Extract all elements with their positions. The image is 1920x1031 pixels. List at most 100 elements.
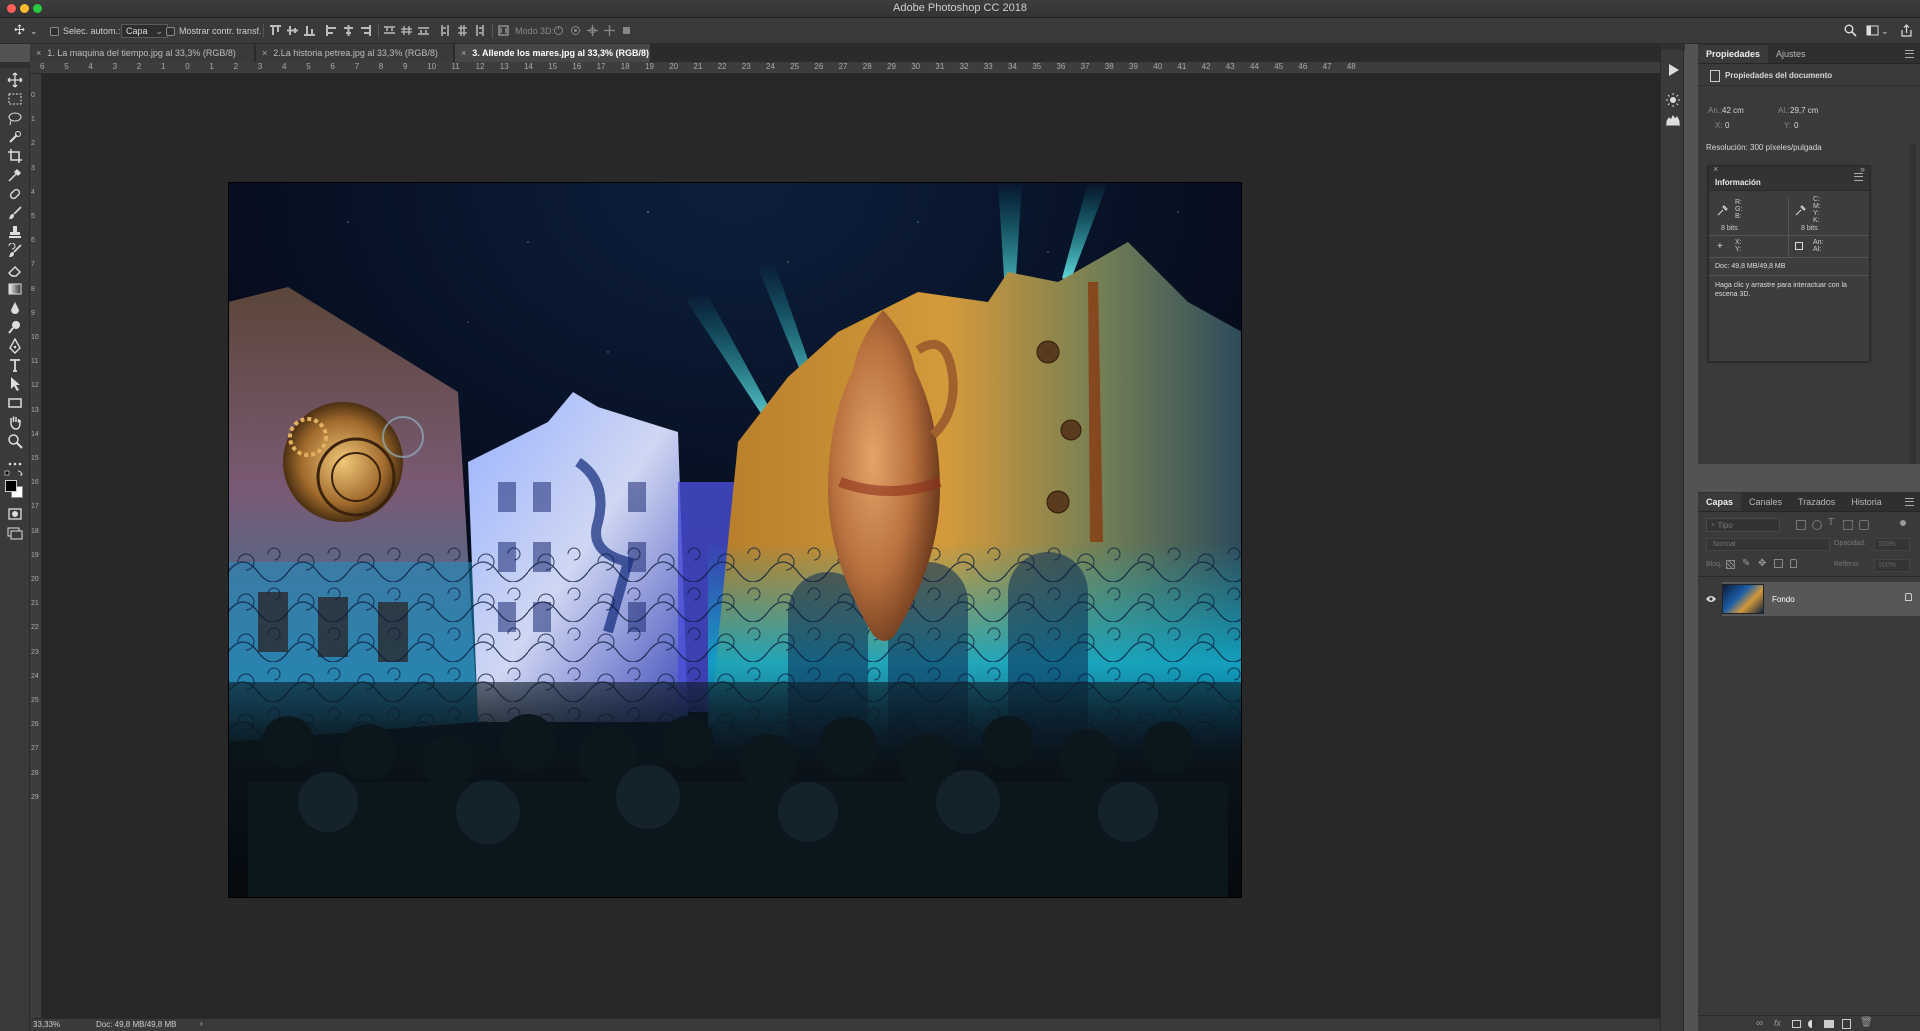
opacity-field[interactable]: 100% bbox=[1874, 538, 1910, 551]
layer-name[interactable]: Fondo bbox=[1772, 595, 1795, 604]
vertical-ruler[interactable]: 0 1 2 3 4 5 6 7 8 9 10 11 12 13 14 15 16 17 18 19 20 21 22 23 24… bbox=[30, 74, 42, 1018]
more-tools-icon[interactable] bbox=[7, 456, 23, 466]
filter-toggle-icon[interactable] bbox=[1900, 520, 1906, 526]
dock-grip[interactable] bbox=[1661, 44, 1685, 50]
filter-type-icon[interactable]: T bbox=[1828, 517, 1834, 528]
lock-icon[interactable] bbox=[1905, 593, 1912, 601]
move-tool-icon[interactable] bbox=[7, 72, 23, 88]
new-layer-icon[interactable] bbox=[1842, 1019, 1851, 1029]
tab-historia[interactable]: Historia bbox=[1843, 493, 1890, 511]
align-top-icon[interactable] bbox=[270, 25, 281, 36]
chevron-down-icon[interactable]: ⌄ bbox=[1881, 23, 1889, 39]
move-tool-preset-icon[interactable] bbox=[14, 24, 28, 38]
toolbar-grip[interactable] bbox=[0, 62, 30, 68]
lock-artboard-icon[interactable] bbox=[1774, 559, 1783, 568]
close-tab-icon[interactable]: × bbox=[36, 48, 41, 58]
y-value[interactable]: 0 bbox=[1794, 121, 1798, 130]
panel-menu-icon[interactable] bbox=[1905, 50, 1914, 58]
marquee-tool-icon[interactable] bbox=[7, 91, 23, 107]
tab-canales[interactable]: Canales bbox=[1741, 493, 1790, 511]
info-panel-grip[interactable]: × » bbox=[1709, 164, 1869, 175]
blur-tool-icon[interactable] bbox=[7, 300, 23, 316]
close-panel-icon[interactable]: × bbox=[1713, 164, 1718, 174]
tab-capas[interactable]: Capas bbox=[1698, 493, 1742, 511]
filter-shape-icon[interactable] bbox=[1843, 520, 1853, 530]
add-mask-icon[interactable] bbox=[1792, 1020, 1801, 1028]
path-selection-tool-icon[interactable] bbox=[7, 376, 23, 392]
screen-mode-icon[interactable] bbox=[7, 525, 23, 541]
chevron-down-icon[interactable]: ⌄ bbox=[30, 23, 38, 39]
share-icon[interactable] bbox=[1900, 24, 1913, 37]
align-horizontal-center-icon[interactable] bbox=[343, 25, 354, 36]
pasteboard[interactable] bbox=[42, 74, 1660, 1018]
distribute-center-icon[interactable] bbox=[401, 25, 412, 36]
levels-icon[interactable] bbox=[1665, 112, 1681, 128]
auto-select-checkbox[interactable]: Selec. autom.: bbox=[50, 23, 121, 39]
tab-informacion[interactable]: Información bbox=[1709, 178, 1767, 187]
distribute-horizontal-icon[interactable] bbox=[457, 25, 468, 36]
crop-tool-icon[interactable] bbox=[7, 148, 23, 164]
rectangle-tool-icon[interactable] bbox=[7, 395, 23, 411]
history-brush-tool-icon[interactable] bbox=[7, 242, 23, 259]
tab-ajustes[interactable]: Ajustes bbox=[1768, 45, 1814, 63]
lock-all-icon[interactable] bbox=[1790, 559, 1797, 568]
align-right-icon[interactable] bbox=[360, 25, 371, 36]
zoom-level[interactable]: 33,33% bbox=[33, 1020, 60, 1029]
distribute-top-icon[interactable] bbox=[384, 25, 395, 36]
width-value[interactable]: 42 cm bbox=[1722, 106, 1744, 115]
clone-stamp-tool-icon[interactable] bbox=[7, 224, 23, 240]
distribute-left-icon[interactable] bbox=[440, 25, 451, 36]
tab-trazados[interactable]: Trazados bbox=[1790, 493, 1843, 511]
hand-tool-icon[interactable] bbox=[7, 414, 23, 430]
align-left-icon[interactable] bbox=[326, 25, 337, 36]
properties-scrollbar[interactable] bbox=[1910, 144, 1916, 464]
show-transform-check-box[interactable] bbox=[166, 26, 175, 36]
roll-3d-icon[interactable] bbox=[570, 25, 581, 36]
auto-align-icon[interactable] bbox=[498, 25, 509, 36]
gradient-tool-icon[interactable] bbox=[7, 281, 23, 297]
quick-selection-tool-icon[interactable] bbox=[7, 129, 23, 145]
drag-3d-icon[interactable] bbox=[587, 25, 598, 36]
lock-paint-icon[interactable]: ✎ bbox=[1742, 558, 1750, 569]
pen-tool-icon[interactable] bbox=[7, 337, 23, 354]
status-menu-arrow[interactable]: › bbox=[200, 1019, 203, 1028]
search-icon[interactable] bbox=[1844, 24, 1857, 37]
quick-mask-icon[interactable] bbox=[7, 506, 23, 522]
height-value[interactable]: 29,7 cm bbox=[1790, 106, 1818, 115]
eyedropper-icon[interactable] bbox=[1795, 205, 1806, 216]
healing-brush-tool-icon[interactable] bbox=[7, 186, 23, 202]
foreground-color-swatch[interactable] bbox=[5, 480, 17, 492]
zoom-tool-icon[interactable] bbox=[7, 433, 23, 449]
dodge-tool-icon[interactable] bbox=[7, 319, 23, 335]
default-colors-icon[interactable] bbox=[4, 470, 24, 478]
type-tool-icon[interactable] bbox=[7, 357, 23, 373]
workspace-icon[interactable] bbox=[1866, 24, 1879, 37]
brightness-icon[interactable] bbox=[1665, 92, 1681, 108]
scale-3d-icon[interactable] bbox=[621, 25, 632, 36]
align-bottom-icon[interactable] bbox=[304, 25, 315, 36]
filter-adjustment-icon[interactable] bbox=[1812, 520, 1822, 530]
panel-menu-icon[interactable] bbox=[1905, 498, 1914, 506]
filter-smart-object-icon[interactable] bbox=[1859, 520, 1869, 530]
new-group-icon[interactable] bbox=[1824, 1020, 1834, 1028]
trash-icon[interactable]: 🗑 bbox=[1860, 1017, 1873, 1028]
show-transform-controls-checkbox[interactable]: Mostrar contr. transf. bbox=[166, 23, 262, 39]
layer-filter-dropdown[interactable]: ⌕ Tipo bbox=[1706, 518, 1780, 532]
auto-select-check-box[interactable] bbox=[50, 26, 59, 36]
adjustment-layer-icon[interactable] bbox=[1808, 1020, 1816, 1028]
panel-menu-icon[interactable] bbox=[1854, 173, 1863, 181]
distribute-right-icon[interactable] bbox=[474, 25, 485, 36]
rotate-3d-icon[interactable] bbox=[553, 25, 564, 36]
horizontal-ruler[interactable]: 6 5 4 3 2 1 0 1 2 3 4 5 6 7 8 9 10 11 12 13 14 15 16 17 18 19 20 21… bbox=[30, 62, 1660, 74]
filter-pixel-icon[interactable] bbox=[1796, 520, 1806, 530]
play-icon[interactable] bbox=[1665, 62, 1681, 78]
layer-row-fondo[interactable]: Fondo bbox=[1722, 582, 1920, 616]
distribute-bottom-icon[interactable] bbox=[418, 25, 429, 36]
brush-tool-icon[interactable] bbox=[7, 205, 23, 221]
fill-field[interactable]: 100% bbox=[1874, 559, 1910, 572]
link-layers-icon[interactable]: ∞ bbox=[1756, 1018, 1763, 1029]
eraser-tool-icon[interactable] bbox=[7, 262, 23, 278]
blend-mode-dropdown[interactable]: Normal bbox=[1706, 538, 1830, 551]
tab-propiedades[interactable]: Propiedades bbox=[1698, 45, 1769, 63]
close-tab-icon[interactable]: × bbox=[262, 48, 267, 58]
